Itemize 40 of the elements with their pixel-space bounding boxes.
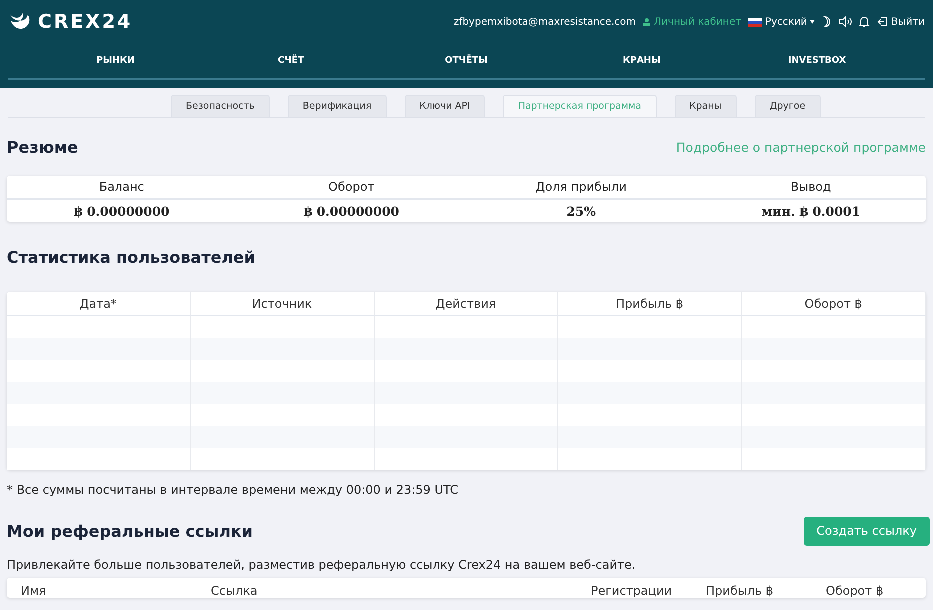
summary-value: ฿ 0.00000000	[73, 204, 171, 218]
column-header: Оборот ฿	[826, 584, 885, 598]
moon-icon[interactable]	[822, 16, 832, 28]
logo-text[interactable]: CREX24	[38, 11, 133, 33]
settings-tab[interactable]: Безопасность	[171, 95, 270, 117]
summary-value: 25%	[566, 204, 598, 218]
bell-icon[interactable]	[859, 16, 870, 28]
nav-link[interactable]: КРАНЫ	[554, 56, 730, 66]
nav-link[interactable]: INVESTBOX	[730, 56, 905, 66]
description-text: Привлекайте больше пользователей, разместив реферальную ссылку Crex24 на вашем веб-сайте.	[7, 557, 637, 574]
nav-link[interactable]: ОТЧЁТЫ	[378, 56, 554, 66]
language-selector[interactable]: Русский	[748, 16, 816, 28]
logout-link[interactable]: Выйти	[877, 16, 925, 28]
column-header: Прибыль ฿	[706, 584, 775, 598]
summary-label: Доля прибыли	[534, 180, 628, 194]
footnote: * Все суммы посчитаны в интервале времени между 00:00 и 23:59 UTC	[7, 482, 460, 499]
caret-icon	[810, 20, 816, 24]
flag-icon	[748, 18, 762, 26]
account-link[interactable]: Личный кабинет	[643, 16, 742, 28]
section-title: Резюме	[7, 138, 78, 156]
section-title: Мои реферальные ссылки	[7, 522, 253, 540]
settings-tab[interactable]: Ключи API	[404, 95, 486, 117]
section-title: Статистика пользователей	[7, 248, 256, 266]
summary-value: мин. ฿ 0.0001	[760, 204, 862, 218]
nav-link[interactable]: СЧЁТ	[203, 56, 379, 66]
speaker-icon[interactable]	[839, 16, 852, 28]
logout-icon	[877, 17, 888, 27]
summary-label: Оборот	[328, 180, 376, 194]
column-header: Ссылка	[211, 584, 259, 598]
settings-tab[interactable]: Верификация	[288, 95, 387, 117]
column-header: Имя	[21, 584, 48, 598]
summary-value: ฿ 0.00000000	[302, 204, 400, 218]
summary-label: Баланс	[98, 180, 146, 194]
user-icon	[643, 18, 652, 26]
user-email: zfbypemxibota@maxresistance.com	[454, 16, 636, 28]
summary-label: Вывод	[790, 180, 832, 194]
column-header: Регистрации	[591, 584, 674, 598]
settings-tab[interactable]: Краны	[674, 95, 737, 117]
nav-link[interactable]: РЫНКИ	[28, 56, 204, 66]
settings-tab[interactable]: Другое	[754, 95, 821, 117]
